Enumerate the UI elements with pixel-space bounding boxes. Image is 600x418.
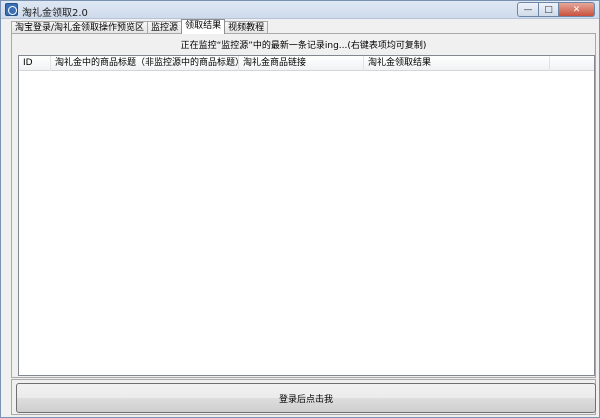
minimize-button[interactable]: —: [517, 2, 539, 17]
login-then-click-button[interactable]: 登录后点击我: [16, 383, 596, 413]
column-header-id[interactable]: ID: [19, 56, 51, 71]
close-button[interactable]: ✕: [559, 2, 595, 17]
results-panel: 正在监控“监控源”中的最新一条记录ing...(右键表项均可复制) ID 淘礼金…: [11, 33, 596, 378]
list-header: ID 淘礼金中的商品标题（非监控源中的商品标题） 淘礼金商品链接 淘礼金领取结果: [19, 56, 594, 71]
app-icon: [5, 3, 18, 16]
tab-strip: 淘宝登录/淘礼金领取操作预览区 监控源 领取结果 视频教程: [11, 19, 269, 34]
results-list[interactable]: ID 淘礼金中的商品标题（非监控源中的商品标题） 淘礼金商品链接 淘礼金领取结果: [18, 55, 595, 376]
column-header-link[interactable]: 淘礼金商品链接: [239, 56, 364, 71]
maximize-button[interactable]: □: [539, 2, 559, 17]
tab-results[interactable]: 领取结果: [181, 19, 226, 34]
column-header-result[interactable]: 淘礼金领取结果: [364, 56, 550, 71]
monitor-notice: 正在监控“监控源”中的最新一条记录ing...(右键表项均可复制): [180, 41, 427, 51]
window-title: 淘礼金领取2.0: [22, 8, 88, 19]
column-header-title[interactable]: 淘礼金中的商品标题（非监控源中的商品标题）: [51, 56, 239, 71]
title-bar[interactable]: 淘礼金领取2.0 — □ ✕: [1, 1, 599, 19]
window-controls: — □ ✕: [517, 2, 595, 17]
app-window: 淘礼金领取2.0 — □ ✕ 淘宝登录/淘礼金领取操作预览区 监控源 领取结果 …: [0, 0, 600, 418]
